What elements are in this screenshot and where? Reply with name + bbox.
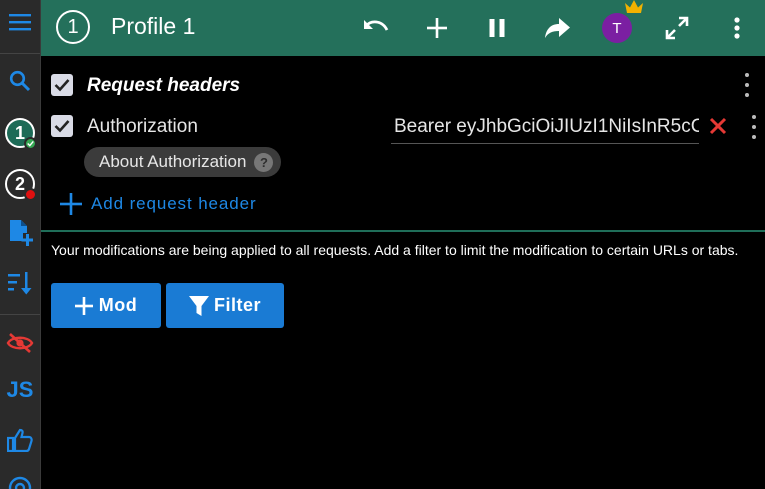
share-button[interactable] [539,10,575,46]
menu-icon [9,14,31,31]
profile-2-circle: 2 [5,169,37,201]
help-circle-icon [8,476,32,489]
check-icon [54,120,70,133]
add-button[interactable] [419,10,455,46]
row-more-button[interactable] [749,115,759,139]
filter-notice: Your modifications are being applied to … [51,242,739,258]
undo-button[interactable] [358,10,394,46]
plus-icon [74,296,93,315]
sidebar-profile-1[interactable]: 1 [0,111,40,155]
mod-label: Mod [98,295,138,315]
search-icon [9,70,31,92]
page-title: Profile 1 [111,13,196,39]
sidebar: 1 2 JS [0,0,41,489]
undo-icon [364,20,389,31]
add-file-button[interactable] [0,211,40,255]
filter-icon [188,295,209,316]
more-menu-button[interactable] [719,10,755,46]
like-button[interactable] [0,418,40,462]
add-mod-button[interactable]: Mod [51,283,161,328]
js-button[interactable]: JS [0,368,40,412]
search-button[interactable] [0,59,40,103]
sort-button[interactable] [0,261,40,305]
share-icon [545,18,570,38]
crown-icon [625,0,643,13]
avatar-letter: T [612,19,622,37]
top-bar: 1 Profile 1 T [41,0,765,56]
thumb-up-icon [7,428,33,452]
plus-icon [60,193,82,215]
status-paused-badge [24,188,37,201]
more-vert-icon [734,17,740,39]
js-label: JS [6,377,34,402]
add-request-header-label: Add request header [91,194,257,213]
fullscreen-button[interactable] [659,10,695,46]
avatar: T [602,0,643,43]
about-chip-label: About Authorization [99,152,247,171]
request-headers-checkbox[interactable] [51,74,73,96]
header-value-field[interactable]: Bearer eyJhbGciOiJIUzI1NiIsInR5cCI6IkpXV… [391,110,699,144]
filter-label: Filter [213,295,261,315]
help-icon: ? [254,152,274,172]
add-file-icon [10,220,33,246]
about-header-chip[interactable]: About Authorization ? [84,147,282,177]
divider [41,230,765,232]
help-button[interactable] [0,466,40,489]
hide-button[interactable] [0,321,40,365]
header-row-checkbox[interactable] [51,115,73,137]
main-content: Request headers Authorization Bearer eyJ… [41,56,765,489]
profile-1-circle: 1 [5,118,37,150]
header-value-text: Bearer eyJhbGciOiJIUzI1NiIsInR5cCI6IkpXV… [394,116,699,137]
header-name-field[interactable]: Authorization [87,116,198,138]
section-title: Request headers [87,75,241,96]
sidebar-profile-2[interactable]: 2 [0,162,40,206]
eye-off-icon [6,333,34,353]
check-icon [54,79,70,92]
plus-icon [427,18,447,38]
profile-number: 1 [67,15,79,38]
add-filter-button[interactable]: Filter [166,283,284,328]
sort-icon [8,272,32,295]
account-button[interactable]: T [599,0,643,46]
add-request-header-button[interactable]: Add request header [59,190,257,218]
status-active-badge [24,137,37,150]
fullscreen-icon [665,16,689,40]
menu-button[interactable] [0,0,40,44]
profile-number-badge: 1 [56,10,90,44]
section-more-button[interactable] [742,73,752,97]
pause-button[interactable] [479,10,515,46]
delete-header-button[interactable] [707,114,729,138]
pause-icon [489,19,505,37]
close-icon [709,117,727,135]
